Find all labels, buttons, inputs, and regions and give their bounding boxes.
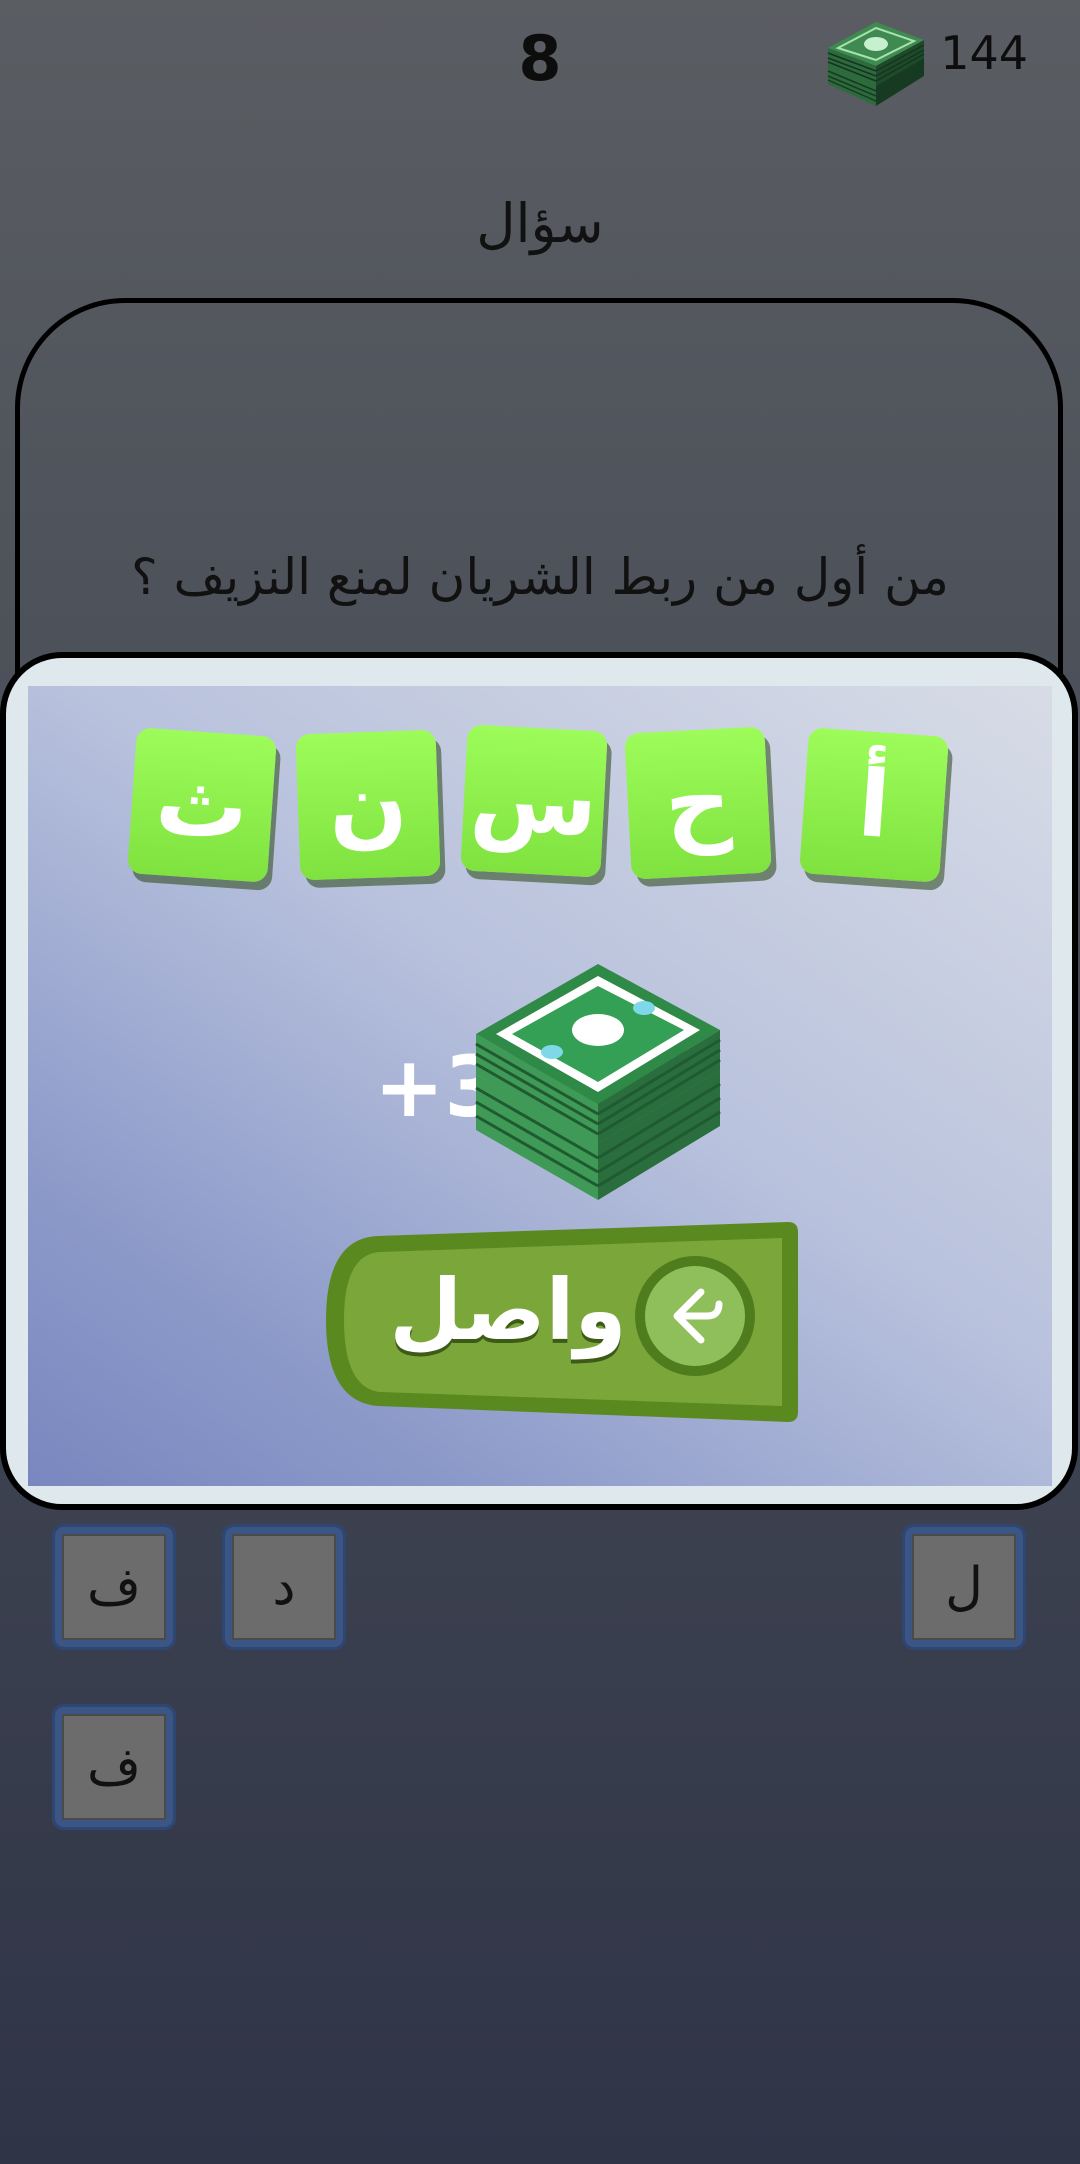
letter-key[interactable]: ف (52, 1704, 176, 1830)
success-dialog: ث ن س ح أ +3 واصل (0, 652, 1078, 1510)
letter-key-label: د (232, 1534, 336, 1640)
dialog-panel: ث ن س ح أ +3 واصل (28, 686, 1052, 1486)
continue-label: واصل (389, 1261, 627, 1359)
question-text: من أول من ربط الشريان لمنع النزيف ؟ (131, 548, 949, 606)
letter-key[interactable]: ل (902, 1524, 1026, 1650)
answer-tile: س (460, 724, 608, 878)
answer-tile: ح (624, 726, 772, 880)
cash-stack-icon (827, 22, 925, 106)
arrow-left-icon (673, 1288, 723, 1344)
letter-key[interactable]: ف (52, 1524, 176, 1650)
answer-tile: ث (127, 727, 277, 883)
answer-tile: ن (295, 729, 441, 881)
letter-key[interactable]: د (222, 1524, 346, 1650)
letter-key-label: ف (62, 1534, 166, 1640)
cash-stack-icon (475, 964, 721, 1200)
coin-count: 144 (940, 26, 1028, 80)
answer-tile: أ (799, 727, 949, 883)
question-title: سؤال (476, 192, 604, 255)
letter-key-label: ل (912, 1534, 1016, 1640)
letter-key-label: ف (62, 1714, 166, 1820)
continue-button[interactable]: واصل (318, 1216, 798, 1426)
